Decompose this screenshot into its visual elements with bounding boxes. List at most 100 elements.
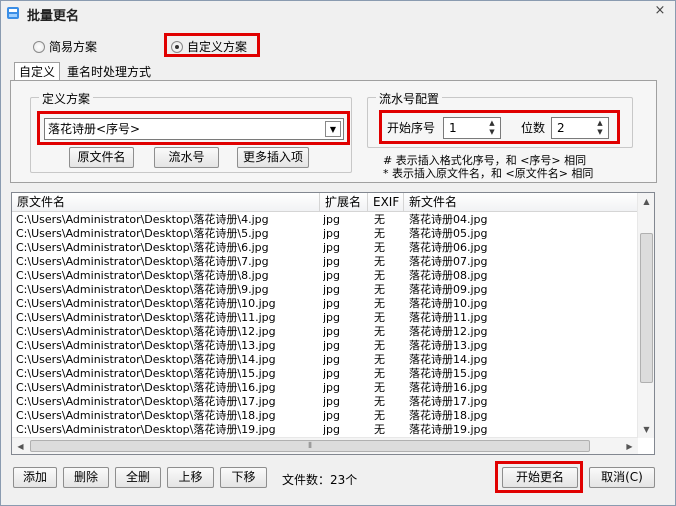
scroll-up-icon[interactable]: ▲ <box>639 194 654 209</box>
cell-new-name: 落花诗册19.jpg <box>409 423 488 436</box>
cell-extension: jpg <box>323 325 341 338</box>
cell-new-name: 落花诗册09.jpg <box>409 283 488 296</box>
list-rows: C:\Users\Administrator\Desktop\落花诗册\4.jp… <box>12 213 638 437</box>
radio-simple-label: 简易方案 <box>49 40 98 54</box>
column-original-name[interactable]: 原文件名 <box>12 193 320 212</box>
cell-extension: jpg <box>323 269 341 282</box>
table-row[interactable]: C:\Users\Administrator\Desktop\落花诗册\15.j… <box>12 367 638 381</box>
scroll-right-icon[interactable]: ▶ <box>622 439 637 454</box>
cell-exif: 无 <box>374 269 385 282</box>
move-up-button[interactable]: 上移 <box>167 467 214 488</box>
cell-extension: jpg <box>323 255 341 268</box>
cell-original-name: C:\Users\Administrator\Desktop\落花诗册\10.j… <box>16 297 276 310</box>
cell-extension: jpg <box>323 409 341 422</box>
cell-extension: jpg <box>323 297 341 310</box>
cell-new-name: 落花诗册08.jpg <box>409 269 488 282</box>
table-row[interactable]: C:\Users\Administrator\Desktop\落花诗册\5.jp… <box>12 227 638 241</box>
cell-extension: jpg <box>323 353 341 366</box>
file-list[interactable]: 原文件名 扩展名 EXIF 新文件名 C:\Users\Administrato… <box>11 192 655 455</box>
cell-exif: 无 <box>374 395 385 408</box>
cell-exif: 无 <box>374 283 385 296</box>
delete-button[interactable]: 删除 <box>63 467 109 488</box>
cell-new-name: 落花诗册16.jpg <box>409 381 488 394</box>
cell-original-name: C:\Users\Administrator\Desktop\落花诗册\12.j… <box>16 325 276 338</box>
close-icon[interactable]: × <box>653 4 667 18</box>
window-title: 批量更名 <box>27 9 80 24</box>
cell-extension: jpg <box>323 367 341 380</box>
cell-exif: 无 <box>374 423 385 436</box>
table-row[interactable]: C:\Users\Administrator\Desktop\落花诗册\13.j… <box>12 339 638 353</box>
table-row[interactable]: C:\Users\Administrator\Desktop\落花诗册\9.jp… <box>12 283 638 297</box>
cell-original-name: C:\Users\Administrator\Desktop\落花诗册\7.jp… <box>16 255 269 268</box>
insert-serial-button[interactable]: 流水号 <box>154 147 219 168</box>
table-row[interactable]: C:\Users\Administrator\Desktop\落花诗册\11.j… <box>12 311 638 325</box>
cell-original-name: C:\Users\Administrator\Desktop\落花诗册\9.jp… <box>16 283 269 296</box>
column-exif[interactable]: EXIF <box>368 193 404 212</box>
rename-dialog: 批量更名 × 简易方案 自定义方案 自定义 重名时处理方式 定义方案 落花诗册<… <box>0 0 676 506</box>
insert-more-button[interactable]: 更多插入项 <box>237 147 309 168</box>
table-row[interactable]: C:\Users\Administrator\Desktop\落花诗册\12.j… <box>12 325 638 339</box>
insert-original-name-button[interactable]: 原文件名 <box>69 147 134 168</box>
table-row[interactable]: C:\Users\Administrator\Desktop\落花诗册\6.jp… <box>12 241 638 255</box>
cell-exif: 无 <box>374 409 385 422</box>
cell-original-name: C:\Users\Administrator\Desktop\落花诗册\13.j… <box>16 339 276 352</box>
cell-original-name: C:\Users\Administrator\Desktop\落花诗册\18.j… <box>16 409 276 422</box>
cell-exif: 无 <box>374 297 385 310</box>
table-row[interactable]: C:\Users\Administrator\Desktop\落花诗册\18.j… <box>12 409 638 423</box>
vertical-scrollbar[interactable]: ▲ ▼ <box>637 193 654 438</box>
scroll-left-icon[interactable]: ◀ <box>13 439 28 454</box>
highlight-custom-scheme <box>164 33 260 57</box>
table-row[interactable]: C:\Users\Administrator\Desktop\落花诗册\4.jp… <box>12 213 638 227</box>
table-row[interactable]: C:\Users\Administrator\Desktop\落花诗册\14.j… <box>12 353 638 367</box>
table-row[interactable]: C:\Users\Administrator\Desktop\落花诗册\10.j… <box>12 297 638 311</box>
table-row[interactable]: C:\Users\Administrator\Desktop\落花诗册\7.jp… <box>12 255 638 269</box>
cell-new-name: 落花诗册13.jpg <box>409 339 488 352</box>
radio-simple-scheme[interactable]: 简易方案 <box>33 38 97 55</box>
cell-new-name: 落花诗册06.jpg <box>409 241 488 254</box>
hint-original-name: * 表示插入原文件名，和 <原文件名> 相同 <box>383 167 594 180</box>
table-row[interactable]: C:\Users\Administrator\Desktop\落花诗册\8.jp… <box>12 269 638 283</box>
table-row[interactable]: C:\Users\Administrator\Desktop\落花诗册\17.j… <box>12 395 638 409</box>
app-icon <box>7 7 19 19</box>
vertical-scroll-thumb[interactable] <box>640 233 653 383</box>
cell-exif: 无 <box>374 255 385 268</box>
cell-original-name: C:\Users\Administrator\Desktop\落花诗册\17.j… <box>16 395 276 408</box>
cell-original-name: C:\Users\Administrator\Desktop\落花诗册\11.j… <box>16 311 276 324</box>
cell-new-name: 落花诗册14.jpg <box>409 353 488 366</box>
delete-all-button[interactable]: 全删 <box>115 467 161 488</box>
cell-exif: 无 <box>374 213 385 226</box>
cell-extension: jpg <box>323 395 341 408</box>
table-row[interactable]: C:\Users\Administrator\Desktop\落花诗册\19.j… <box>12 423 638 437</box>
tab-custom[interactable]: 自定义 <box>14 62 61 82</box>
column-extension[interactable]: 扩展名 <box>320 193 368 212</box>
horizontal-scrollbar[interactable]: ◀ ⦀ ▶ <box>12 437 638 454</box>
cancel-button[interactable]: 取消(C) <box>589 467 655 488</box>
cell-new-name: 落花诗册18.jpg <box>409 409 488 422</box>
highlight-serial <box>379 110 620 144</box>
cell-extension: jpg <box>323 339 341 352</box>
cell-new-name: 落花诗册15.jpg <box>409 367 488 380</box>
highlight-start-rename <box>495 461 583 493</box>
cell-new-name: 落花诗册07.jpg <box>409 255 488 268</box>
cell-new-name: 落花诗册05.jpg <box>409 227 488 240</box>
cell-original-name: C:\Users\Administrator\Desktop\落花诗册\6.jp… <box>16 241 269 254</box>
horizontal-scroll-thumb[interactable]: ⦀ <box>30 440 590 452</box>
scroll-down-icon[interactable]: ▼ <box>639 422 654 437</box>
cell-original-name: C:\Users\Administrator\Desktop\落花诗册\16.j… <box>16 381 276 394</box>
radio-unchecked-icon <box>33 40 45 53</box>
cell-exif: 无 <box>374 381 385 394</box>
add-button[interactable]: 添加 <box>13 467 57 488</box>
definition-group-title: 定义方案 <box>39 90 94 107</box>
file-count: 文件数：23个 <box>282 473 358 487</box>
table-row[interactable]: C:\Users\Administrator\Desktop\落花诗册\16.j… <box>12 381 638 395</box>
column-new-name[interactable]: 新文件名 <box>404 193 638 212</box>
title-bar: 批量更名 × <box>1 1 675 25</box>
cell-extension: jpg <box>323 423 341 436</box>
cell-extension: jpg <box>323 311 341 324</box>
serial-group-title: 流水号配置 <box>376 90 443 107</box>
cell-extension: jpg <box>323 241 341 254</box>
move-down-button[interactable]: 下移 <box>220 467 267 488</box>
cell-new-name: 落花诗册12.jpg <box>409 325 488 338</box>
cell-exif: 无 <box>374 241 385 254</box>
cell-exif: 无 <box>374 325 385 338</box>
